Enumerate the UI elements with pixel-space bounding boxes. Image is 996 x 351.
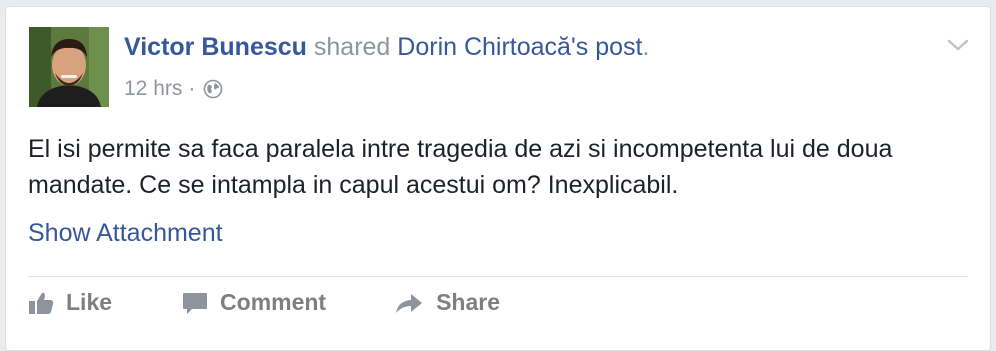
meta-separator: · — [188, 77, 196, 100]
comment-icon — [183, 292, 208, 314]
show-attachment-link[interactable]: Show Attachment — [28, 215, 223, 251]
action-bar: Like Comment Share — [28, 289, 500, 316]
thumbs-up-icon — [29, 292, 54, 314]
post-link[interactable]: post — [595, 33, 642, 61]
chevron-down-icon[interactable] — [946, 33, 970, 57]
header-period: . — [642, 33, 650, 61]
shared-text: shared — [306, 33, 398, 61]
like-label: Like — [66, 289, 113, 315]
avatar[interactable] — [29, 27, 109, 107]
like-button[interactable]: Like — [28, 289, 112, 316]
post-card: Victor Bunescu shared Dorin Chirtoacă's … — [5, 6, 991, 351]
share-label: Share — [436, 289, 501, 315]
share-button[interactable]: Share — [394, 289, 500, 316]
comment-button[interactable]: Comment — [182, 289, 326, 316]
post-meta: 12 hrs · — [124, 75, 223, 103]
avatar-photo — [29, 27, 109, 107]
post-header: Victor Bunescu shared Dorin Chirtoacă's … — [124, 31, 649, 63]
globe-icon[interactable] — [203, 79, 223, 99]
comment-label: Comment — [220, 289, 327, 315]
divider — [28, 276, 968, 277]
original-suffix: 's — [570, 33, 596, 61]
post-body: El isi permite sa faca paralela intre tr… — [28, 135, 893, 199]
share-arrow-icon — [396, 293, 423, 313]
original-author-link[interactable]: Dorin Chirtoacă — [397, 33, 571, 61]
post-timestamp[interactable]: 12 hrs — [124, 75, 182, 103]
author-name[interactable]: Victor Bunescu — [124, 33, 307, 61]
